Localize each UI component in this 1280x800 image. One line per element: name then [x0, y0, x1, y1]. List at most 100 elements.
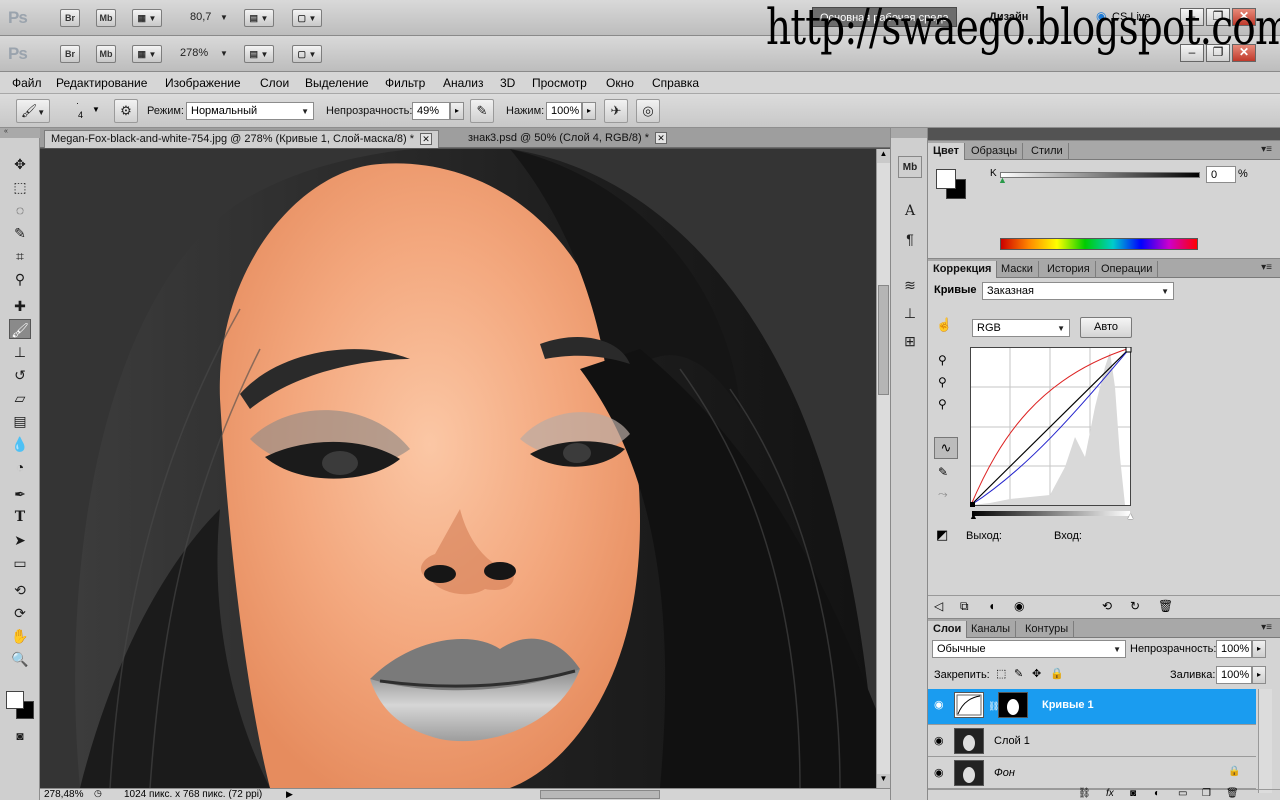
pen-tool-icon[interactable]: ✒ — [9, 484, 31, 504]
zoom-caret-icon[interactable]: ▼ — [220, 13, 228, 22]
brush-size-caret-icon[interactable]: ▼ — [92, 105, 100, 114]
flow-slider-button[interactable]: ▸ — [582, 102, 596, 120]
quick-mask-icon[interactable]: ◙ — [9, 726, 31, 746]
view-previous-icon[interactable]: ⟲ — [1102, 599, 1112, 613]
menu-item-7[interactable]: 3D — [500, 76, 515, 90]
menu-item-0[interactable]: Файл — [12, 76, 42, 90]
blend-mode-select[interactable]: Обычные ▼ — [932, 640, 1126, 658]
channel-select[interactable]: RGB ▼ — [972, 319, 1070, 337]
brush-tool-icon[interactable]: 🖌 — [9, 319, 31, 339]
brush-presets-icon[interactable]: ≋ — [898, 274, 922, 296]
curve-draw-pencil-icon[interactable]: ✎ — [938, 465, 948, 479]
zoom-caret-icon[interactable]: ▼ — [220, 49, 228, 58]
zoom-level[interactable]: 278% — [180, 47, 208, 59]
lock-transparency-icon[interactable]: ⬚ — [996, 667, 1006, 680]
bridge-button[interactable]: Br — [60, 45, 80, 63]
menu-item-4[interactable]: Выделение — [305, 76, 369, 90]
arrange-documents-button[interactable]: ▤ ▼ — [244, 45, 274, 63]
mini-bridge-icon[interactable]: Mb — [898, 156, 922, 178]
menu-item-1[interactable]: Редактирование — [56, 76, 147, 90]
screen-mode-button[interactable]: ▢ ▼ — [292, 9, 322, 27]
zoom-level[interactable]: 80,7 — [190, 11, 211, 23]
layer-visibility-eye-icon[interactable]: ◉ — [934, 766, 944, 779]
tab-swatches[interactable]: Образцы — [966, 143, 1024, 160]
lock-all-icon[interactable]: 🔒 — [1050, 667, 1064, 680]
delete-adjustment-icon[interactable]: 🗑 — [1158, 599, 1173, 613]
white-point-eyedropper-icon[interactable]: ⚲ — [938, 397, 947, 411]
screen-mode-button[interactable]: ▢ ▼ — [292, 45, 322, 63]
character-panel-icon[interactable]: A — [898, 200, 922, 222]
tab-layers[interactable]: Слои — [928, 621, 968, 638]
hand-tool-icon[interactable]: ✋ — [9, 626, 31, 646]
close-tab-icon[interactable]: ✕ — [655, 132, 668, 144]
3d-rotate-tool-icon[interactable]: ⟲ — [9, 580, 31, 600]
scroll-down-icon[interactable]: ▼ — [877, 774, 890, 788]
tab-channels[interactable]: Каналы — [966, 621, 1017, 638]
gradient-tool-icon[interactable]: ▤ — [9, 411, 31, 431]
clipping-warning-icon[interactable]: ◩ — [936, 527, 948, 543]
gray-point-eyedropper-icon[interactable]: ⚲ — [938, 375, 947, 389]
tool-presets-icon[interactable]: ⊞ — [898, 330, 922, 352]
menu-item-8[interactable]: Просмотр — [532, 76, 587, 90]
on-image-adjust-icon[interactable]: ☝ — [936, 317, 952, 333]
airbrush-icon[interactable]: ✈ — [604, 99, 628, 123]
curve-edit-points-icon[interactable]: ∿ — [934, 437, 958, 459]
horizontal-scroll-thumb[interactable] — [540, 790, 660, 799]
menu-item-6[interactable]: Анализ — [443, 76, 484, 90]
color-ramp[interactable] — [1000, 238, 1198, 250]
mini-bridge-button[interactable]: Mb — [96, 45, 116, 63]
layer-row-layer1[interactable]: ◉ Слой 1 — [928, 725, 1256, 757]
delete-layer-icon[interactable]: 🗑 — [1226, 788, 1239, 799]
visibility-eye-icon[interactable]: ◉ — [1014, 599, 1024, 613]
eraser-tool-icon[interactable]: ▱ — [9, 388, 31, 408]
arrange-documents-button[interactable]: ▤ ▼ — [244, 9, 274, 27]
layer-row-curves[interactable]: ◉ ⛓ Кривые 1 — [928, 689, 1256, 725]
mode-select[interactable]: Нормальный ▼ — [186, 102, 314, 120]
new-adjustment-icon[interactable]: ◐ — [1154, 788, 1160, 799]
tab-znak3[interactable]: знак3.psd @ 50% (Слой 4, RGB/8) * ✕ — [462, 130, 673, 148]
expanded-view-icon[interactable]: ⧉ — [960, 599, 969, 614]
view-extras-button[interactable]: ▦ ▼ — [132, 45, 162, 63]
layer-row-background[interactable]: ◉ Фон 🔒 — [928, 757, 1256, 789]
new-layer-icon[interactable]: ❐ — [1202, 788, 1211, 799]
brush-preset-picker[interactable]: 🖌▼ — [16, 99, 50, 123]
foreground-color-swatch-top[interactable] — [6, 691, 24, 709]
brush-size[interactable]: 4 — [78, 110, 83, 120]
menu-item-2[interactable]: Изображение — [165, 76, 241, 90]
menu-item-3[interactable]: Слои — [260, 76, 289, 90]
paragraph-panel-icon[interactable]: ¶ — [898, 228, 922, 250]
k-value-input[interactable]: 0 — [1206, 166, 1236, 183]
k-slider-track[interactable] — [1000, 172, 1200, 178]
curves-preset-select[interactable]: Заказная ▼ — [982, 282, 1174, 300]
close-tab-icon[interactable]: ✕ — [419, 133, 432, 145]
foreground-color-chip[interactable] — [936, 169, 956, 189]
layer-style-icon[interactable]: fx — [1106, 788, 1114, 799]
bridge-button[interactable]: Br — [60, 9, 80, 27]
quick-select-tool-icon[interactable]: ✎ — [9, 223, 31, 243]
tab-masks[interactable]: Маски — [996, 261, 1039, 278]
eyedropper-tool-icon[interactable]: ⚲ — [9, 269, 31, 289]
scroll-up-icon[interactable]: ▲ — [877, 149, 890, 163]
tab-history[interactable]: История — [1042, 261, 1096, 278]
layer-visibility-eye-icon[interactable]: ◉ — [934, 698, 944, 711]
mini-bridge-button[interactable]: Mb — [96, 9, 116, 27]
tablet-size-icon[interactable]: ◎ — [636, 99, 660, 123]
shape-tool-icon[interactable]: ▭ — [9, 553, 31, 573]
white-input-slider-icon[interactable]: ▲ — [1126, 511, 1135, 521]
link-layers-icon[interactable]: ⛓ — [1078, 788, 1091, 799]
status-menu-icon[interactable]: ◷ — [94, 788, 102, 799]
path-selection-tool-icon[interactable]: ➤ — [9, 530, 31, 550]
auto-button[interactable]: Авто — [1080, 317, 1132, 338]
scroll-thumb[interactable] — [878, 285, 889, 395]
black-point-eyedropper-icon[interactable]: ⚲ — [938, 353, 947, 367]
view-extras-button[interactable]: ▦ ▼ — [132, 9, 162, 27]
menu-item-10[interactable]: Справка — [652, 76, 699, 90]
status-arrow-icon[interactable]: ▶ — [286, 789, 293, 800]
tab-paths[interactable]: Контуры — [1020, 621, 1075, 638]
layer-visibility-eye-icon[interactable]: ◉ — [934, 734, 944, 747]
tab-styles[interactable]: Стили — [1026, 143, 1069, 160]
curve-smooth-icon[interactable]: ⤳ — [938, 487, 948, 502]
history-brush-tool-icon[interactable]: ↺ — [9, 365, 31, 385]
crop-tool-icon[interactable]: ⌗ — [9, 246, 31, 266]
blur-tool-icon[interactable]: 💧 — [9, 434, 31, 454]
